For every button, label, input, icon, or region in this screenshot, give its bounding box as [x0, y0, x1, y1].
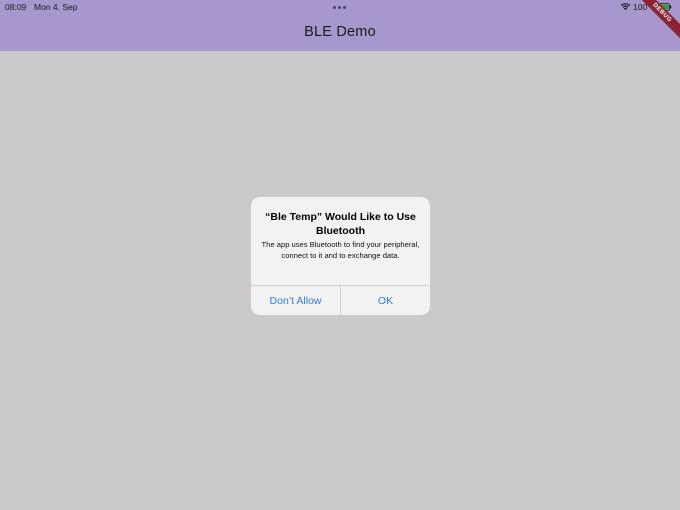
wifi-icon	[620, 3, 631, 11]
alert-actions: Don’t Allow OK	[251, 285, 430, 315]
app-bar: 08:09 Mon 4. Sep 100 BLE Demo	[0, 0, 680, 51]
alert-title: “Ble Temp” Would Like to Use Bluetooth	[265, 211, 416, 237]
dont-allow-button[interactable]: Don’t Allow	[251, 286, 341, 315]
alert-message: The app uses Bluetooth to find your peri…	[261, 240, 420, 260]
multitask-dots-icon[interactable]	[333, 6, 346, 9]
app-title: BLE Demo	[304, 24, 376, 40]
ok-button[interactable]: OK	[341, 286, 430, 315]
status-date: Mon 4. Sep	[34, 2, 78, 12]
bluetooth-permission-alert: “Ble Temp” Would Like to Use Bluetooth T…	[251, 197, 430, 315]
status-time: 08:09	[5, 2, 27, 12]
status-bar: 08:09 Mon 4. Sep 100	[0, 0, 680, 14]
